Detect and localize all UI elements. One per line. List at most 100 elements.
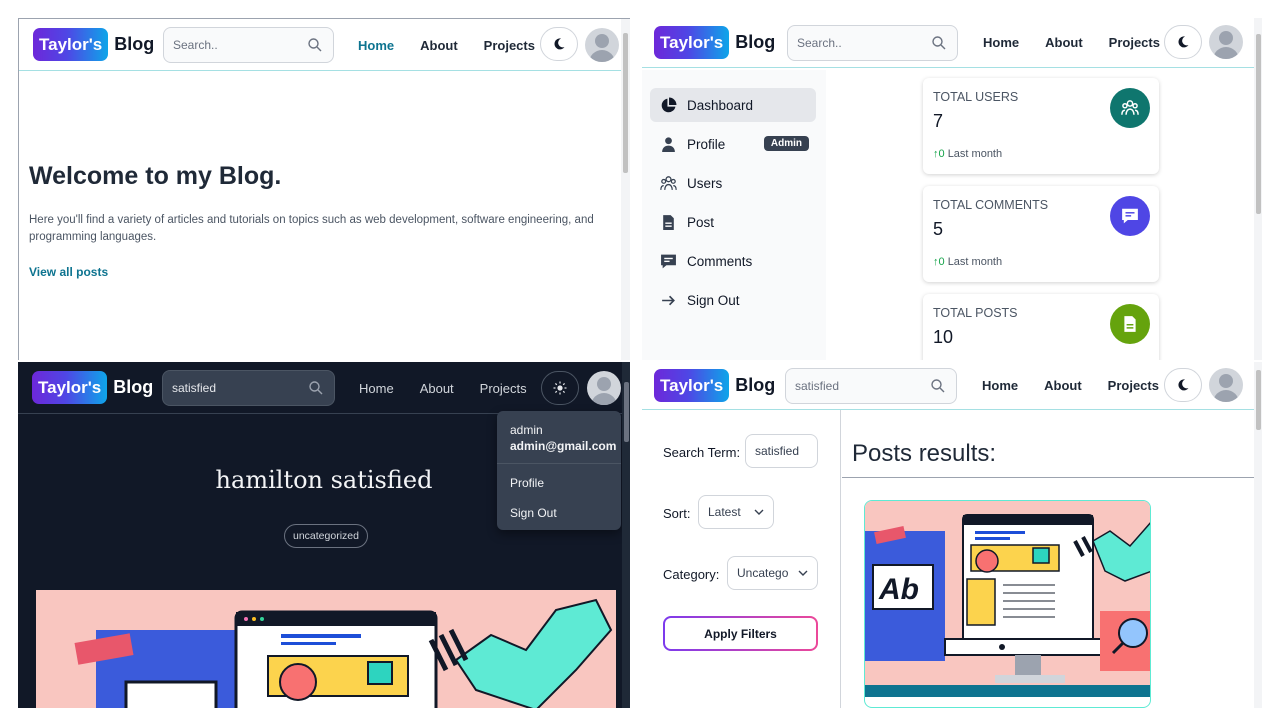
logo-word: Blog — [735, 32, 776, 52]
nav-about[interactable]: About — [420, 381, 454, 396]
apply-filters-button[interactable]: Apply Filters — [663, 616, 818, 651]
search-input[interactable]: Search.. — [787, 25, 958, 61]
search-input[interactable]: satisfied — [785, 368, 957, 404]
theme-toggle-button[interactable] — [1164, 368, 1202, 402]
sidebar-item-dashboard[interactable]: Dashboard — [650, 88, 816, 122]
logo[interactable]: Taylor's Blog — [32, 371, 153, 404]
scrollbar[interactable] — [622, 362, 630, 708]
users-icon — [1110, 88, 1150, 128]
nav-about[interactable]: About — [1045, 35, 1083, 50]
sidebar-item-label: Post — [687, 214, 715, 230]
theme-toggle-button[interactable] — [1164, 25, 1202, 59]
search-icon[interactable] — [931, 35, 947, 51]
moon-icon — [1178, 36, 1189, 48]
scrollbar[interactable] — [1254, 18, 1262, 360]
nav-home[interactable]: Home — [982, 378, 1018, 393]
results-title: Posts results: — [852, 440, 997, 467]
sidebar-item-label: Sign Out — [687, 292, 740, 308]
view-all-posts-link[interactable]: View all posts — [29, 265, 108, 279]
search-icon[interactable] — [308, 380, 324, 396]
post-card-image: Ab — [865, 501, 1150, 697]
sidebar-item-label: Comments — [687, 253, 753, 269]
navbar: Taylor's Blog satisfied Home About Proje… — [642, 362, 1262, 410]
navbar: Taylor's Blog Search.. Home About Projec… — [19, 19, 630, 71]
stat-value: 5 — [933, 219, 944, 239]
hero-description: Here you'll find a variety of articles a… — [29, 214, 594, 243]
sidebar-item-post[interactable]: Post — [650, 205, 816, 239]
comment-icon — [661, 254, 676, 268]
stat-label: TOTAL USERS — [933, 90, 1019, 104]
stat-value: 7 — [933, 111, 944, 131]
nav-projects[interactable]: Projects — [480, 381, 527, 396]
category-badge[interactable]: uncategorized — [284, 524, 368, 548]
search-value: satisfied — [795, 379, 840, 393]
theme-toggle-button[interactable] — [540, 27, 578, 61]
apply-filters-label: Apply Filters — [665, 618, 816, 649]
pie-chart-icon — [661, 97, 677, 112]
dropdown-profile[interactable]: Profile — [510, 476, 544, 490]
trend-period: Last month — [947, 148, 1003, 160]
dropdown-sign-out[interactable]: Sign Out — [510, 506, 557, 520]
trend-value: 0 — [938, 256, 945, 268]
logo[interactable]: Taylor's Blog — [654, 369, 775, 402]
user-dropdown-menu: admin admin@gmail.com Profile Sign Out — [497, 411, 621, 530]
users-icon — [660, 175, 677, 190]
sidebar-item-profile[interactable]: Profile Admin — [650, 127, 816, 161]
stat-trend: ↑0 Last month — [933, 148, 1003, 160]
category-label: Category: — [663, 567, 720, 582]
logo-word: Blog — [113, 377, 154, 397]
search-input[interactable]: Search.. — [163, 27, 334, 63]
stat-card-users: TOTAL USERS 7 ↑0 Last month — [923, 78, 1159, 174]
nav-projects[interactable]: Projects — [484, 38, 535, 53]
post-card[interactable]: Ab — [864, 500, 1151, 708]
nav-home[interactable]: Home — [983, 35, 1019, 50]
search-icon[interactable] — [307, 37, 323, 53]
filter-sidebar: Search Term: satisfied Sort: Latest Cate… — [642, 410, 841, 708]
logo-word: Blog — [114, 34, 155, 54]
divider — [842, 477, 1256, 478]
sidebar-item-users[interactable]: Users — [650, 166, 816, 200]
nav-projects[interactable]: Projects — [1108, 378, 1159, 393]
stat-label: TOTAL POSTS — [933, 306, 1018, 320]
theme-toggle-button[interactable] — [541, 371, 579, 405]
post-cover-image — [36, 590, 616, 708]
logo[interactable]: Taylor's Blog — [33, 28, 154, 61]
nav-about[interactable]: About — [420, 38, 458, 53]
avatar[interactable] — [1209, 368, 1243, 402]
nav-about[interactable]: About — [1044, 378, 1082, 393]
avatar[interactable] — [585, 28, 619, 62]
avatar[interactable] — [587, 371, 621, 405]
search-input[interactable]: satisfied — [162, 370, 335, 406]
post-panel: Taylor's Blog satisfied Home About Proje… — [18, 362, 630, 708]
search-term-value: satisfied — [755, 444, 800, 458]
search-icon[interactable] — [930, 378, 946, 394]
dropdown-username: admin — [510, 423, 543, 437]
hero-title: Welcome to my Blog. — [29, 162, 282, 190]
stat-label: TOTAL COMMENTS — [933, 198, 1049, 212]
document-icon — [663, 214, 674, 230]
nav-projects[interactable]: Projects — [1109, 35, 1160, 50]
sidebar-item-sign-out[interactable]: Sign Out — [650, 283, 816, 317]
search-placeholder: Search.. — [173, 38, 218, 52]
nav-home[interactable]: Home — [358, 38, 394, 53]
scrollbar[interactable] — [1254, 362, 1262, 708]
category-select[interactable]: Uncatego — [727, 556, 818, 590]
moon-icon — [1178, 379, 1189, 391]
search-term-input[interactable]: satisfied — [745, 434, 818, 468]
sidebar-item-comments[interactable]: Comments — [650, 244, 816, 278]
home-panel: Taylor's Blog Search.. Home About Projec… — [18, 18, 630, 360]
logo-pill: Taylor's — [33, 28, 109, 61]
sort-select[interactable]: Latest — [698, 495, 774, 529]
avatar[interactable] — [1209, 25, 1243, 59]
sidebar-item-label: Profile — [687, 136, 726, 152]
sun-icon — [553, 381, 567, 395]
sidebar-item-label: Users — [687, 175, 723, 191]
nav-home[interactable]: Home — [359, 381, 394, 396]
logo[interactable]: Taylor's Blog — [654, 26, 775, 59]
comment-icon — [1110, 196, 1150, 236]
sidebar-item-label: Dashboard — [687, 97, 754, 113]
scrollbar[interactable] — [621, 19, 630, 360]
logo-word: Blog — [735, 375, 776, 395]
search-value: satisfied — [172, 381, 217, 395]
stat-card-posts: TOTAL POSTS 10 — [923, 294, 1159, 360]
